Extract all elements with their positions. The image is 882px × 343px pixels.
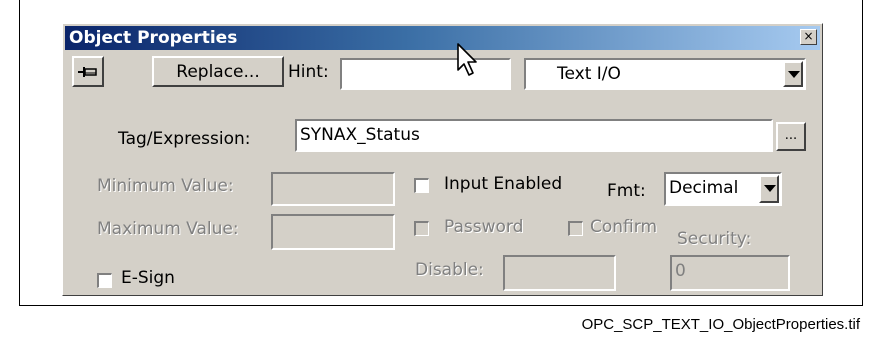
object-type-value: Text I/O [557,64,621,84]
chevron-down-icon[interactable] [783,61,803,87]
input-enabled-checkbox[interactable] [414,178,429,193]
password-label: Password [444,217,524,237]
security-label: Security: [677,229,752,249]
figure-frame-bottom [19,305,863,306]
disable-label: Disable: [415,260,484,280]
minimum-value-input[interactable] [271,172,395,206]
minimum-value-label: Minimum Value: [97,176,234,196]
password-checkbox[interactable] [414,221,429,236]
format-label: Fmt: [607,181,646,201]
maximum-value-label: Maximum Value: [97,219,239,239]
browse-button-label: ... [784,128,798,143]
pin-icon [78,66,97,77]
window-title: Object Properties [69,28,238,48]
close-button[interactable]: × [800,29,817,45]
object-type-select[interactable]: Text I/O [524,58,806,90]
replace-button[interactable]: Replace... [152,56,284,87]
format-value: Decimal [669,178,739,198]
figure-frame-left [19,0,20,306]
format-chevron-down-icon[interactable] [759,175,779,203]
figure-frame-right [862,0,863,306]
disable-input[interactable] [503,255,616,291]
format-select[interactable]: Decimal [664,172,782,206]
replace-button-label: Replace... [176,61,260,82]
maximum-value-input[interactable] [271,214,395,250]
esign-label: E-Sign [121,268,175,288]
close-icon: × [803,29,814,43]
pin-button[interactable] [72,56,104,87]
input-enabled-label: Input Enabled [444,174,563,194]
object-properties-dialog: Object Properties × Replace... Hint: Tex… [62,23,823,296]
title-bar[interactable]: Object Properties × [65,26,820,50]
tag-expression-label: Tag/Expression: [118,129,251,149]
esign-checkbox[interactable] [97,273,112,288]
confirm-label: Confirm [590,217,658,237]
confirm-checkbox[interactable] [568,221,583,236]
security-input[interactable]: 0 [670,255,790,291]
hint-label: Hint: [288,62,329,82]
tag-expression-input[interactable]: SYNAX_Status [295,119,773,152]
hint-input[interactable] [340,58,511,90]
mouse-pointer-icon [457,43,477,76]
figure-caption: OPC_SCP_TEXT_IO_ObjectProperties.tif [581,316,860,333]
browse-tag-button[interactable]: ... [776,122,806,151]
